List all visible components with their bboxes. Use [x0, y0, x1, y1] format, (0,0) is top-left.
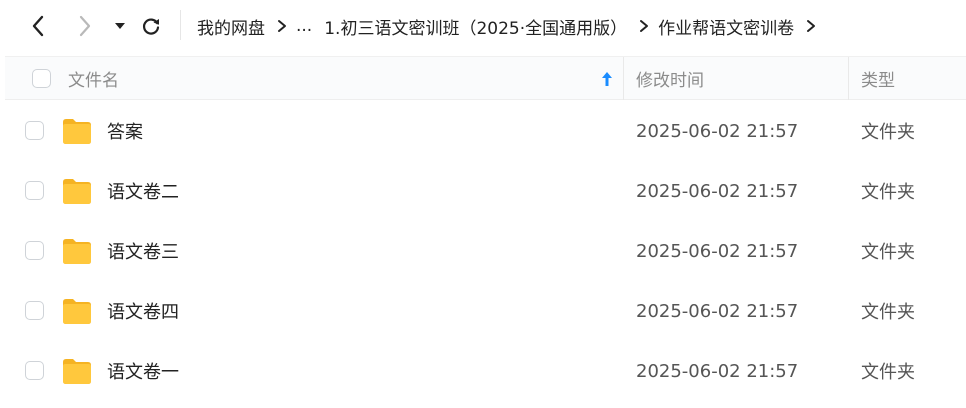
select-all-checkbox[interactable]: [32, 69, 51, 88]
folder-icon: [61, 296, 93, 330]
table-row[interactable]: 语文卷二 2025-06-02 21:57 文件夹: [5, 161, 966, 221]
file-list-header: 文件名 修改时间 类型: [5, 56, 966, 100]
file-type: 文件夹: [861, 182, 915, 203]
chevron-right-icon: [79, 15, 91, 37]
modified-time: 2025-06-02 21:57: [636, 360, 799, 382]
modified-time: 2025-06-02 21:57: [636, 300, 799, 322]
caret-down-icon: [115, 23, 125, 29]
table-row[interactable]: 答案 2025-06-02 21:57 文件夹: [5, 101, 966, 161]
back-button[interactable]: [26, 14, 50, 38]
file-type: 文件夹: [861, 302, 915, 323]
folder-icon: [61, 356, 93, 390]
folder-icon: [61, 236, 93, 270]
file-name[interactable]: 语文卷一: [107, 341, 179, 401]
folder-icon: [61, 116, 93, 150]
table-row[interactable]: 语文卷三 2025-06-02 21:57 文件夹: [5, 221, 966, 281]
toolbar-divider: [180, 10, 181, 40]
chevron-right-icon: [277, 19, 287, 33]
file-name[interactable]: 语文卷三: [107, 221, 179, 281]
chevron-right-icon: [639, 19, 649, 33]
chevron-left-icon: [32, 15, 44, 37]
row-checkbox[interactable]: [25, 121, 44, 140]
file-name[interactable]: 答案: [107, 101, 143, 161]
breadcrumb: 我的网盘 ... 1.初三语文密训班（2025·全国通用版） 作业帮语文密训卷: [197, 0, 825, 52]
breadcrumb-item-course[interactable]: 1.初三语文密训班（2025·全国通用版）: [324, 14, 627, 39]
sort-ascending-icon[interactable]: [601, 57, 613, 100]
toolbar: 我的网盘 ... 1.初三语文密训班（2025·全国通用版） 作业帮语文密训卷: [0, 0, 966, 52]
row-checkbox[interactable]: [25, 301, 44, 320]
column-divider[interactable]: [623, 57, 624, 100]
file-name[interactable]: 语文卷二: [107, 161, 179, 221]
table-row[interactable]: 语文卷一 2025-06-02 21:57 文件夹: [5, 341, 966, 401]
table-row[interactable]: 语文卷四 2025-06-02 21:57 文件夹: [5, 281, 966, 341]
column-header-type[interactable]: 类型: [861, 57, 895, 100]
modified-time: 2025-06-02 21:57: [636, 120, 799, 142]
modified-time: 2025-06-02 21:57: [636, 240, 799, 262]
breadcrumb-item-current[interactable]: 作业帮语文密训卷: [658, 14, 794, 39]
file-type: 文件夹: [861, 362, 915, 383]
refresh-button[interactable]: [139, 14, 163, 38]
column-header-modified[interactable]: 修改时间: [636, 57, 704, 100]
breadcrumb-item-root[interactable]: 我的网盘: [197, 14, 265, 39]
column-divider[interactable]: [848, 57, 849, 100]
file-name[interactable]: 语文卷四: [107, 281, 179, 341]
breadcrumb-item-ellipsis[interactable]: ...: [296, 16, 312, 36]
chevron-right-icon: [806, 19, 816, 33]
file-type: 文件夹: [861, 242, 915, 263]
row-checkbox[interactable]: [25, 241, 44, 260]
modified-time: 2025-06-02 21:57: [636, 180, 799, 202]
history-dropdown-button[interactable]: [110, 16, 130, 36]
row-checkbox[interactable]: [25, 181, 44, 200]
forward-button[interactable]: [73, 14, 97, 38]
select-all-checkbox-cell: [32, 57, 51, 100]
row-checkbox[interactable]: [25, 361, 44, 380]
folder-icon: [61, 176, 93, 210]
column-header-name[interactable]: 文件名: [68, 57, 119, 100]
file-type: 文件夹: [861, 122, 915, 143]
refresh-icon: [143, 18, 160, 35]
